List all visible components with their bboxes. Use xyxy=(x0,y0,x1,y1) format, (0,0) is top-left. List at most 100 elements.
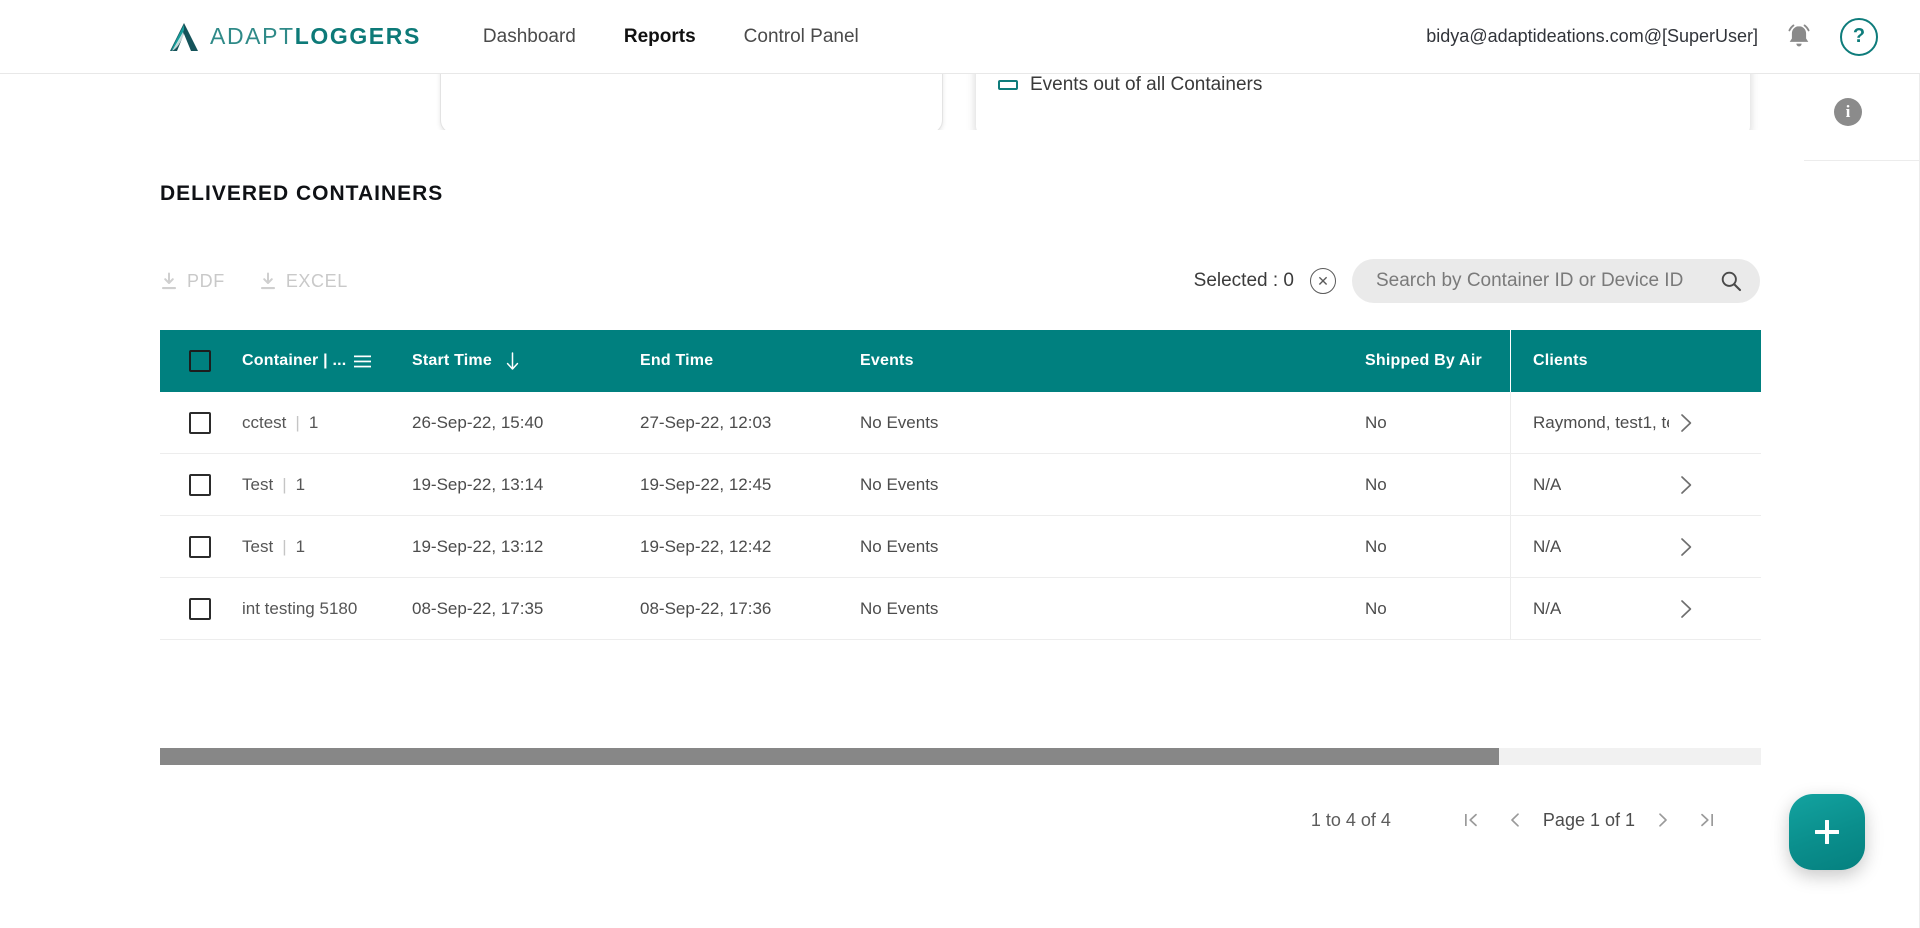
table-row[interactable]: cctest | 1 26-Sep-22, 15:40 27-Sep-22, 1… xyxy=(160,392,1761,454)
dashboard-cards-strip: Events out of all Containers xyxy=(0,74,1920,130)
header-right-cluster: bidya@adaptideations.com@[SuperUser] ? xyxy=(1426,17,1878,56)
brand-text-bold: LOGGERS xyxy=(294,23,421,49)
row-checkbox[interactable] xyxy=(189,473,211,496)
container-count: 1 xyxy=(295,474,306,494)
cell-end-time: 08-Sep-22, 17:36 xyxy=(640,598,772,618)
search-input[interactable] xyxy=(1374,269,1712,293)
legend-swatch-icon xyxy=(998,80,1018,90)
horizontal-scrollbar[interactable] xyxy=(160,748,1761,765)
export-excel-label: EXCEL xyxy=(285,270,348,291)
row-select-cell xyxy=(160,473,242,496)
row-select-cell xyxy=(160,411,242,434)
header-container[interactable]: Container | ... xyxy=(242,352,412,370)
container-separator: | xyxy=(282,474,287,494)
container-name: cctest xyxy=(242,412,287,432)
first-page-button[interactable] xyxy=(1449,798,1493,842)
clients-text: N/A xyxy=(1533,536,1562,556)
search-icon[interactable] xyxy=(1720,270,1742,292)
header-end-time[interactable]: End Time xyxy=(640,352,860,370)
table-row[interactable]: int testing 5180 08-Sep-22, 17:35 08-Sep… xyxy=(160,578,1761,640)
clear-selection-icon[interactable]: ✕ xyxy=(1310,268,1336,294)
chevron-right-icon[interactable] xyxy=(1680,475,1693,495)
add-container-fab[interactable] xyxy=(1789,794,1865,870)
chevron-right-icon[interactable] xyxy=(1680,413,1693,433)
row-select-cell xyxy=(160,597,242,620)
nav-item-control-panel[interactable]: Control Panel xyxy=(742,22,861,52)
cell-events: No Events xyxy=(860,412,939,432)
row-select-cell xyxy=(160,535,242,558)
last-page-icon xyxy=(1701,813,1713,827)
export-pdf-label: PDF xyxy=(187,270,225,291)
cell-container: cctest | 1 xyxy=(242,413,412,433)
adapt-logo-icon xyxy=(170,22,198,51)
cell-container: Test | 1 xyxy=(242,537,412,557)
download-icon xyxy=(260,272,275,289)
header-clients[interactable]: Clients xyxy=(1510,330,1761,392)
chevron-left-icon xyxy=(1511,813,1519,827)
row-checkbox[interactable] xyxy=(189,411,211,434)
search-box[interactable] xyxy=(1352,259,1760,303)
row-checkbox[interactable] xyxy=(189,535,211,558)
previous-page-button[interactable] xyxy=(1493,798,1537,842)
header-start-time-label: Start Time xyxy=(412,352,492,369)
export-pdf-button[interactable]: PDF xyxy=(160,271,225,292)
cell-start-time: 08-Sep-22, 17:35 xyxy=(412,598,544,618)
horizontal-scrollbar-thumb[interactable] xyxy=(160,748,1499,765)
container-separator: | xyxy=(295,412,300,432)
cell-start-time: 19-Sep-22, 13:12 xyxy=(412,536,544,556)
header-shipped-by-air[interactable]: Shipped By Air xyxy=(1365,352,1510,370)
container-name: Test xyxy=(242,536,274,556)
chart-legend-label: Events out of all Containers xyxy=(1030,74,1263,95)
nav-item-reports[interactable]: Reports xyxy=(622,22,698,52)
last-page-button[interactable] xyxy=(1685,798,1729,842)
cell-end-time: 27-Sep-22, 12:03 xyxy=(640,412,772,432)
header-clients-label: Clients xyxy=(1533,352,1588,369)
header-shipped-by-air-label: Shipped By Air xyxy=(1365,352,1482,369)
top-navigation-bar: ADAPTLOGGERS Dashboard Reports Control P… xyxy=(0,0,1920,74)
header-events[interactable]: Events xyxy=(860,352,1365,370)
page-indicator-label: Page 1 of 1 xyxy=(1542,809,1635,830)
right-rail-divider-horizontal xyxy=(1804,160,1920,161)
table-row[interactable]: Test | 1 19-Sep-22, 13:14 19-Sep-22, 12:… xyxy=(160,454,1761,516)
user-account-label[interactable]: bidya@adaptideations.com@[SuperUser] xyxy=(1426,26,1758,47)
header-start-time[interactable]: Start Time xyxy=(412,351,640,371)
notification-bell-icon[interactable] xyxy=(1784,21,1814,53)
export-excel-button[interactable]: EXCEL xyxy=(259,271,348,292)
clients-text: Raymond, test1, te xyxy=(1533,412,1669,432)
download-icon xyxy=(162,272,176,289)
first-page-icon xyxy=(1464,813,1477,827)
header-events-label: Events xyxy=(860,352,914,369)
help-button[interactable]: ? xyxy=(1840,17,1878,56)
cell-clients: N/A xyxy=(1510,578,1761,639)
table-row[interactable]: Test | 1 19-Sep-22, 13:12 19-Sep-22, 12:… xyxy=(160,516,1761,578)
column-menu-icon[interactable] xyxy=(354,355,372,368)
select-all-checkbox[interactable] xyxy=(189,350,211,372)
pagination-bar: 1 to 4 of 4 Page 1 of 1 xyxy=(160,788,1761,852)
pagination-range-label: 1 to 4 of 4 xyxy=(1310,809,1391,830)
main-nav: Dashboard Reports Control Panel xyxy=(481,22,861,52)
sort-down-arrow-icon[interactable] xyxy=(505,351,520,371)
brand-logo[interactable]: ADAPTLOGGERS xyxy=(168,20,421,54)
chart-legend: Events out of all Containers xyxy=(998,74,1262,96)
cell-shipped-by-air: No xyxy=(1365,536,1387,556)
cell-events: No Events xyxy=(860,536,939,556)
events-chart-card[interactable]: Events out of all Containers xyxy=(976,74,1750,130)
clients-text: N/A xyxy=(1533,598,1562,618)
nav-item-dashboard[interactable]: Dashboard xyxy=(481,22,578,52)
cell-clients: N/A xyxy=(1510,454,1761,515)
container-name: int testing 5180 xyxy=(242,598,358,618)
cell-shipped-by-air: No xyxy=(1365,474,1387,494)
info-icon[interactable]: i xyxy=(1834,98,1862,126)
chevron-right-icon[interactable] xyxy=(1680,537,1693,557)
delivered-containers-table: Container | ... Start Time End Time Even… xyxy=(160,330,1761,792)
chevron-right-icon[interactable] xyxy=(1680,599,1693,619)
container-count: 1 xyxy=(308,412,319,432)
add-plus-icon xyxy=(1815,820,1839,844)
clients-text: N/A xyxy=(1533,474,1562,494)
toolbar-right-cluster: Selected : 0 ✕ xyxy=(1194,259,1760,303)
filter-card[interactable] xyxy=(440,74,943,130)
table-header-row: Container | ... Start Time End Time Even… xyxy=(160,330,1761,392)
cell-clients: N/A xyxy=(1510,516,1761,577)
row-checkbox[interactable] xyxy=(189,597,211,620)
next-page-button[interactable] xyxy=(1641,798,1685,842)
